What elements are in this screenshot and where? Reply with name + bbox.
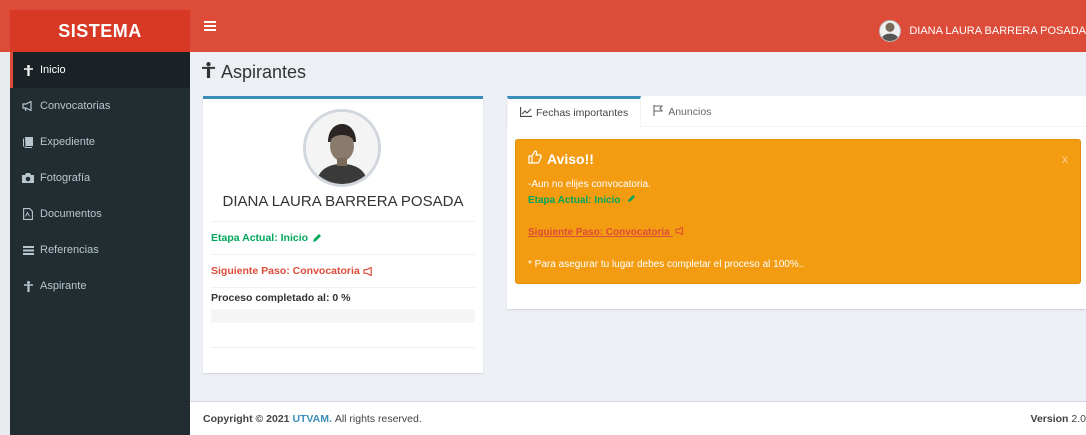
- book-icon: [21, 136, 35, 148]
- avatar: [879, 20, 902, 42]
- sidebar-item-label: Aspirante: [40, 280, 87, 292]
- alert-message: -Aun no elijes convocatoria.: [528, 179, 651, 190]
- pencil-icon: [312, 233, 322, 243]
- flag-icon: [653, 104, 664, 119]
- alert-title: Aviso!!: [528, 150, 594, 167]
- user-name: DIANA LAURA BARRERA POSADA: [909, 25, 1086, 37]
- app-logo[interactable]: SISTEMA: [10, 10, 190, 52]
- top-navbar: SISTEMA DIANA LAURA BARRERA POSADA: [0, 0, 1086, 52]
- next-step-row: Siguiente Paso: Convocatoria: [211, 254, 475, 287]
- sidebar-item-label: Inicio: [40, 64, 66, 76]
- sidebar-item-label: Documentos: [40, 208, 102, 220]
- version-info: Version 2.0: [1031, 413, 1086, 425]
- sidebar-item-documentos[interactable]: Documentos: [10, 196, 190, 232]
- thumbs-up-icon: [528, 150, 542, 167]
- progress-row: Proceso completado al: 0 %: [211, 287, 475, 307]
- tab-bar: Fechas importantes Anuncios: [507, 96, 1086, 127]
- alert-next-step-text: Siguiente Paso: Convocatoria: [528, 227, 670, 238]
- sidebar-item-convocatorias[interactable]: Convocatorias: [10, 88, 190, 124]
- camera-icon: [21, 173, 35, 183]
- version-value: 2.0: [1071, 412, 1086, 425]
- figure-icon: [202, 62, 215, 83]
- list-icon: [21, 245, 35, 255]
- footer: Copyright © 2021 UTVAM. All rights reser…: [190, 401, 1086, 435]
- progress-bar: [211, 309, 475, 323]
- alert-stage-text: Etapa Actual: Inicio: [528, 195, 621, 206]
- warning-alert: Aviso!! x -Aun no elijes convocatoria. E…: [515, 139, 1081, 284]
- page-header: Aspirantes: [202, 62, 306, 83]
- user-menu[interactable]: DIANA LAURA BARRERA POSADA: [871, 10, 1086, 52]
- sidebar-item-label: Expediente: [40, 136, 96, 148]
- pdf-file-icon: [21, 208, 35, 220]
- sidebar-item-expediente[interactable]: Expediente: [10, 124, 190, 160]
- megaphone-icon: [675, 227, 685, 235]
- figure-icon: [21, 64, 35, 76]
- alert-stage: Etapa Actual: Inicio: [528, 194, 636, 206]
- close-icon[interactable]: x: [1062, 152, 1068, 166]
- tab-label: Fechas importantes: [536, 107, 629, 119]
- sidebar-item-label: Convocatorias: [40, 100, 111, 112]
- alert-note: * Para asegurar tu lugar debes completar…: [528, 259, 805, 270]
- progress-label: Proceso completado al: 0 %: [211, 291, 351, 304]
- sidebar-item-fotografia[interactable]: Fotografía: [10, 160, 190, 196]
- main-content: Aspirantes DIANA LAURA BARRERA POSADA Et…: [190, 52, 1086, 401]
- megaphone-icon: [363, 266, 374, 276]
- tabs-panel: Fechas importantes Anuncios Aviso!! x -A…: [507, 96, 1086, 309]
- sidebar-item-aspirante[interactable]: Aspirante: [10, 268, 190, 304]
- tab-label: Anuncios: [668, 105, 712, 118]
- sidebar-item-referencias[interactable]: Referencias: [10, 232, 190, 268]
- version-label: Version: [1030, 412, 1069, 425]
- stage-text: Etapa Actual: Inicio: [211, 232, 309, 244]
- alert-title-text: Aviso!!: [547, 150, 594, 167]
- rights-text: All rights reserved.: [334, 412, 422, 425]
- line-chart-icon: [520, 106, 532, 120]
- sidebar-item-inicio[interactable]: Inicio: [10, 52, 190, 88]
- next-step-text: Siguiente Paso: Convocatoria: [211, 265, 360, 277]
- page-title: Aspirantes: [221, 62, 307, 82]
- divider: [211, 347, 475, 348]
- sidebar: Inicio Convocatorias Expediente Fotograf…: [10, 52, 190, 435]
- profile-card: DIANA LAURA BARRERA POSADA Etapa Actual:…: [203, 96, 483, 373]
- brand-link[interactable]: UTVAM.: [292, 413, 331, 425]
- tab-anuncios[interactable]: Anuncios: [641, 96, 723, 127]
- hamburger-icon[interactable]: [198, 14, 222, 38]
- sidebar-item-label: Fotografía: [40, 172, 91, 184]
- profile-photo: [303, 109, 381, 187]
- stage-row: Etapa Actual: Inicio: [211, 221, 475, 254]
- copyright-text: Copyright © 2021: [203, 412, 290, 425]
- tab-fechas-importantes[interactable]: Fechas importantes: [507, 96, 642, 127]
- figure-icon: [21, 280, 35, 292]
- sidebar-item-label: Referencias: [40, 244, 99, 256]
- alert-next-step[interactable]: Siguiente Paso: Convocatoria: [528, 227, 685, 238]
- profile-name: DIANA LAURA BARRERA POSADA: [222, 193, 464, 210]
- pencil-icon: [627, 194, 636, 203]
- megaphone-icon: [21, 101, 35, 111]
